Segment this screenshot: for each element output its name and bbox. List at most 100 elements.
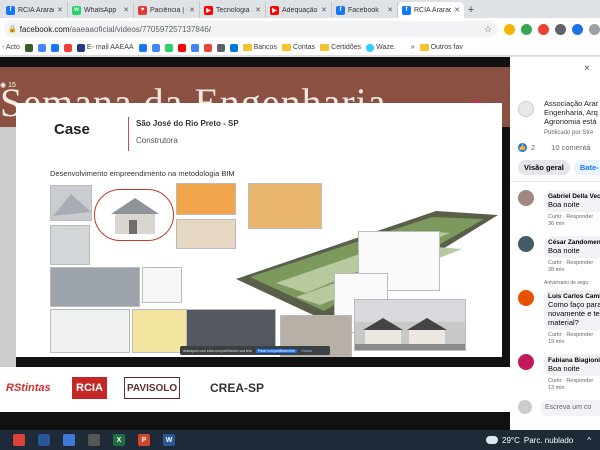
bookmarks-more-button[interactable]: » bbox=[411, 44, 415, 51]
bookmark-item[interactable] bbox=[203, 43, 212, 52]
files-icon[interactable] bbox=[63, 434, 75, 446]
chrome-icon[interactable] bbox=[13, 434, 25, 446]
powerpoint-icon[interactable]: P bbox=[138, 434, 150, 446]
house-3d-image bbox=[94, 189, 174, 241]
close-icon[interactable]: × bbox=[584, 63, 590, 74]
bookmark-folder[interactable]: Contas bbox=[281, 44, 315, 51]
tab-title: WhatsApp bbox=[84, 6, 117, 14]
profile-avatar[interactable] bbox=[589, 23, 600, 35]
browser-tab[interactable]: f Facebook ✕ bbox=[332, 2, 398, 18]
bookmark-item[interactable] bbox=[177, 43, 186, 52]
tab-close-icon[interactable]: ✕ bbox=[454, 6, 460, 14]
page-name-line: Associação Arar bbox=[544, 99, 599, 108]
browser-toolbar: 🔒 facebook.com /aaeaaoficial/videos/7705… bbox=[0, 18, 600, 40]
tab-chat[interactable]: Bate- bbox=[573, 160, 600, 175]
tab-close-icon[interactable]: ✕ bbox=[321, 6, 327, 14]
bookmark-folder[interactable]: Bancos bbox=[242, 44, 277, 51]
extension-icon[interactable] bbox=[504, 23, 515, 35]
tab-close-icon[interactable]: ✕ bbox=[387, 6, 393, 14]
commenter-name[interactable]: César Zandomen bbox=[548, 239, 600, 246]
windows-taskbar: X P W 29°C Parc. nublado ^ bbox=[0, 430, 600, 450]
tab-close-icon[interactable]: ✕ bbox=[189, 6, 195, 14]
bookmark-item[interactable] bbox=[190, 43, 199, 52]
bookmark-star-icon[interactable]: ☆ bbox=[484, 24, 492, 35]
avatar bbox=[518, 400, 532, 414]
bookmark-item[interactable] bbox=[63, 43, 72, 52]
temperature[interactable]: 29°C bbox=[502, 436, 520, 445]
browser-tab[interactable]: ▶Tecnologia BI✕ bbox=[200, 2, 266, 18]
browser-tab[interactable]: fRCIA Araraqu✕ bbox=[398, 2, 464, 18]
tab-favicon-icon: ♥ bbox=[138, 5, 147, 15]
bookmark-item[interactable] bbox=[24, 43, 33, 52]
commenter-name[interactable]: Luis Carlos Cambi bbox=[548, 293, 600, 300]
address-bar[interactable]: 🔒 facebook.com /aaeaaoficial/videos/7705… bbox=[4, 21, 498, 37]
tab-close-icon[interactable]: ✕ bbox=[57, 6, 63, 14]
comment-input[interactable]: Escreva um co bbox=[540, 400, 600, 416]
avatar[interactable] bbox=[518, 190, 534, 206]
excel-icon[interactable]: X bbox=[113, 434, 125, 446]
other-bookmarks-folder[interactable]: Outros fav bbox=[419, 44, 463, 51]
slide-description: Desenvolvimento empreendimento na metodo… bbox=[50, 169, 235, 178]
sponsor-strip: RStintas RCIA PAVISOLO CREA-SP bbox=[0, 367, 510, 412]
explorer-icon[interactable] bbox=[38, 434, 50, 446]
comment-text: novamente e te bbox=[548, 309, 600, 318]
bookmark-item[interactable] bbox=[37, 43, 46, 52]
browser-tab[interactable]: fRCIA Araraquara✕ bbox=[2, 2, 68, 18]
extension-icon[interactable] bbox=[555, 23, 566, 35]
bookmark-item[interactable] bbox=[164, 43, 173, 52]
commenter-name[interactable]: Fabiana Biagioni bbox=[548, 357, 600, 364]
avatar[interactable] bbox=[518, 236, 534, 252]
eye-icon: ◉ bbox=[0, 82, 7, 89]
video-player[interactable]: Semana da Engenharia ◉ 15 Case São José … bbox=[0, 57, 510, 430]
like-icon: 👍 bbox=[518, 143, 527, 152]
avatar[interactable] bbox=[518, 290, 534, 306]
bookmark-label: Waze. bbox=[376, 44, 396, 51]
bookmark-folder[interactable]: Certidões bbox=[320, 44, 361, 51]
comment-text: Como faço para bbox=[548, 300, 600, 309]
word-icon[interactable]: W bbox=[163, 434, 175, 446]
browser-tab[interactable]: ▶Adequação A✕ bbox=[266, 2, 332, 18]
commenter-name[interactable]: Gabriel Della Vecc bbox=[548, 193, 600, 200]
comment-actions[interactable]: Curtir · Responder bbox=[548, 332, 593, 338]
bookmark-favicon-icon bbox=[50, 43, 59, 52]
avatar[interactable] bbox=[518, 354, 534, 370]
new-tab-button[interactable]: + bbox=[464, 2, 478, 18]
url-host: facebook.com bbox=[19, 24, 70, 34]
tray-chevron-icon[interactable]: ^ bbox=[587, 436, 591, 445]
like-count[interactable]: 2 bbox=[531, 143, 535, 152]
sponsor-logo-rstintas: RStintas bbox=[6, 382, 51, 394]
extension-icon[interactable] bbox=[538, 23, 549, 35]
lock-icon: 🔒 bbox=[8, 26, 17, 33]
comment-actions[interactable]: Curtir · Responder bbox=[548, 214, 593, 220]
bookmark-item[interactable] bbox=[151, 43, 160, 52]
extension-icon[interactable] bbox=[521, 23, 532, 35]
bookmark-item[interactable] bbox=[216, 43, 225, 52]
calculator-icon[interactable] bbox=[88, 434, 100, 446]
stop-sharing-button[interactable]: Parar compartilhamento bbox=[255, 348, 298, 353]
bookmark-item[interactable]: E- mail AAEAA bbox=[76, 43, 134, 52]
tab-close-icon[interactable]: ✕ bbox=[123, 6, 129, 14]
tab-close-icon[interactable]: ✕ bbox=[255, 6, 261, 14]
comment-actions[interactable]: Curtir · Responder bbox=[548, 260, 593, 266]
comment-text: Boa noite bbox=[548, 364, 580, 373]
bookmark-item[interactable] bbox=[229, 43, 238, 52]
tab-overview[interactable]: Visão geral bbox=[518, 160, 570, 175]
browser-tab[interactable]: ♥Paciência | jo✕ bbox=[134, 2, 200, 18]
browser-tab[interactable]: w WhatsApp ✕ bbox=[68, 2, 134, 18]
bookmark-item[interactable] bbox=[50, 43, 59, 52]
hide-share-button[interactable]: Ocultar bbox=[301, 349, 312, 353]
tab-favicon-icon: f bbox=[336, 5, 345, 15]
tab-title: Adequação A bbox=[282, 6, 318, 14]
page-name[interactable]: Associação Arar Engenharia, Arq Agronomi… bbox=[544, 99, 600, 126]
bookmark-item[interactable] bbox=[138, 43, 147, 52]
comment-actions[interactable]: Curtir · Responder bbox=[548, 378, 593, 384]
comment-count[interactable]: 10 comentá bbox=[551, 143, 590, 152]
bookmark-item[interactable]: - Acto bbox=[2, 44, 20, 51]
extension-icon[interactable] bbox=[572, 23, 583, 35]
page-name-line: Agronomia está bbox=[544, 117, 597, 126]
page-avatar[interactable] bbox=[518, 101, 534, 117]
weather-condition[interactable]: Parc. nublado bbox=[524, 436, 573, 445]
bookmark-waze[interactable]: Waze. bbox=[366, 43, 396, 52]
bookmark-favicon-icon bbox=[63, 43, 72, 52]
bookmark-folder-label: Certidões bbox=[331, 44, 362, 51]
